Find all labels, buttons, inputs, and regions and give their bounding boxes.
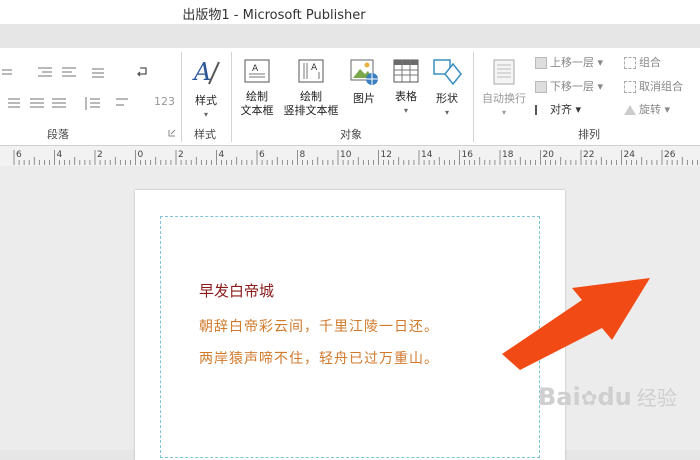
- chevron-down-icon: ▾: [501, 108, 506, 117]
- objects-group-label: 对象: [340, 128, 362, 141]
- ungroup-button[interactable]: 取消组合: [624, 79, 683, 95]
- chevron-down-icon: ▾: [444, 108, 449, 117]
- chevron-down-icon: ▾: [403, 106, 408, 115]
- align-label: 对齐: [550, 103, 572, 116]
- window-title: 出版物1 - Microsoft Publisher: [182, 8, 366, 23]
- table-icon: [393, 59, 419, 83]
- dialog-launcher-icon[interactable]: [168, 129, 176, 137]
- arrange-group-label: 排列: [578, 128, 600, 141]
- ruler-label: 2: [97, 150, 103, 160]
- shapes-label: 形状: [436, 92, 458, 105]
- send-backward-button[interactable]: 下移一层 ▾: [535, 79, 603, 95]
- align-button[interactable]: 对齐 ▾: [535, 102, 581, 118]
- svg-text:A: A: [252, 64, 259, 74]
- ribbon-separator: [231, 52, 232, 142]
- draw-textbox-label-2: 文本框: [240, 104, 274, 117]
- group-icon: [624, 57, 636, 69]
- poem-line-1[interactable]: 朝辞白帝彩云间，千里江陵一日还。: [199, 316, 439, 336]
- paragraph-group-label: 段落: [47, 128, 69, 141]
- rotate-label: 旋转: [639, 103, 661, 116]
- bring-forward-label: 上移一层: [550, 56, 594, 69]
- table-button[interactable]: 表格 ▾: [389, 58, 423, 118]
- baidu-watermark: Bai✿du 经验: [538, 382, 677, 411]
- draw-textbox-button[interactable]: A 绘制 文本框: [236, 58, 278, 118]
- auto-wrap-label: 自动换行: [482, 92, 526, 105]
- shapes-button[interactable]: 形状 ▾: [430, 56, 464, 120]
- draw-vertical-textbox-button[interactable]: A 绘制 竖排文本框: [280, 58, 342, 118]
- ruler-label: 24: [624, 150, 636, 160]
- ribbon-separator: [473, 52, 474, 142]
- title-bar: 出版物1 - Microsoft Publisher: [0, 0, 700, 24]
- ruler-label: 18: [502, 150, 514, 160]
- shapes-icon: [433, 59, 462, 86]
- ruler-label: 6: [16, 150, 22, 160]
- rotate-button[interactable]: 旋转 ▾: [624, 102, 670, 118]
- picture-label: 图片: [353, 92, 375, 105]
- bring-forward-button[interactable]: 上移一层 ▾: [535, 55, 603, 71]
- ribbon-separator: [181, 52, 182, 142]
- svg-text:A: A: [311, 63, 318, 73]
- poem-title[interactable]: 早发白帝城: [199, 280, 274, 301]
- paw-icon: ✿: [580, 386, 598, 410]
- auto-wrap-button[interactable]: 自动换行 ▾: [478, 58, 530, 120]
- ruler-label: 16: [462, 150, 474, 160]
- paragraph-num-label: 123: [154, 95, 175, 108]
- horizontal-ruler[interactable]: 6 4 2 0 2 4 6 8 10 12 14 16 18 20 22 24 26: [0, 145, 700, 167]
- ungroup-label: 取消组合: [639, 80, 683, 93]
- styles-button[interactable]: A 样式 ▾: [188, 56, 224, 122]
- pointer-arrow-icon: [502, 278, 650, 370]
- draw-textbox-label-1: 绘制: [246, 90, 268, 103]
- ruler-label: 2: [178, 150, 184, 160]
- ruler-label: 20: [543, 150, 555, 160]
- vertical-textbox-icon: A: [298, 59, 324, 83]
- ruler-label: 10: [340, 150, 352, 160]
- send-backward-label: 下移一层: [550, 80, 594, 93]
- ruler-label: 6: [259, 150, 265, 160]
- svg-text:A: A: [192, 58, 211, 86]
- rotate-icon: [624, 105, 636, 115]
- text-wrap-icon: [493, 59, 515, 85]
- chevron-down-icon: ▾: [203, 110, 208, 119]
- poem-line-2[interactable]: 两岸猿声啼不住，轻舟已过万重山。: [199, 348, 439, 368]
- text-box[interactable]: [160, 216, 540, 458]
- picture-icon: [350, 59, 378, 85]
- draw-vertical-label-1: 绘制: [300, 90, 322, 103]
- ruler-label: 8: [300, 150, 306, 160]
- styles-group-label: 样式: [194, 128, 216, 141]
- group-label: 组合: [639, 56, 661, 69]
- send-backward-icon: [535, 81, 547, 93]
- ruler-ticks: 6 4 2 0 2 4 6 8 10 12 14 16 18 20 22 24 26: [13, 150, 698, 165]
- bring-forward-icon: [535, 57, 547, 69]
- group-button[interactable]: 组合: [624, 55, 661, 71]
- ruler-label: 26: [664, 150, 676, 160]
- styles-icon: A: [192, 58, 220, 86]
- ruler-label: 4: [219, 150, 225, 160]
- ruler-label: 4: [57, 150, 63, 160]
- ruler-label: 14: [421, 150, 433, 160]
- styles-label: 样式: [195, 94, 217, 107]
- paragraph-tools-icon[interactable]: [0, 62, 180, 112]
- watermark-suffix: 经验: [636, 386, 677, 410]
- draw-vertical-label-2: 竖排文本框: [283, 104, 339, 117]
- align-icon: [535, 105, 547, 115]
- watermark-brand-2: du: [597, 383, 632, 411]
- table-label: 表格: [395, 90, 417, 103]
- textbox-icon: A: [244, 59, 270, 83]
- ruler-label: 0: [138, 150, 144, 160]
- ungroup-icon: [624, 81, 636, 93]
- picture-button[interactable]: 图片: [347, 58, 381, 106]
- ruler-label: 22: [583, 150, 594, 160]
- watermark-brand: Bai: [538, 383, 581, 411]
- ruler-label: 12: [381, 150, 392, 160]
